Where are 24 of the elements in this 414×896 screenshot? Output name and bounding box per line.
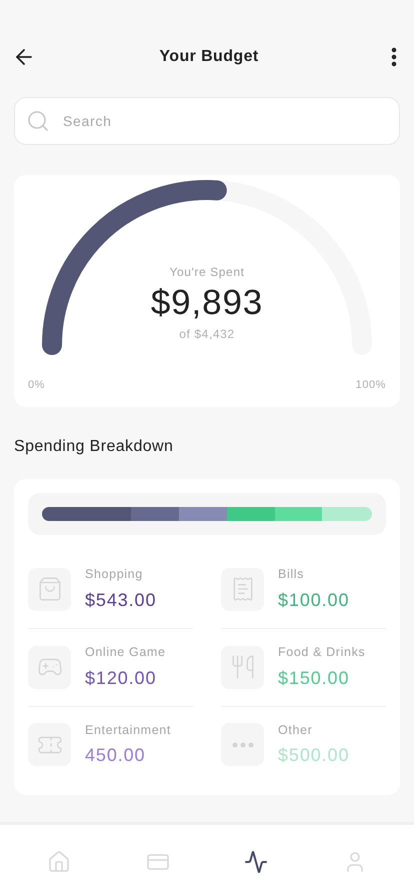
category-amount: 450.00 <box>85 744 146 768</box>
category-amount: $150.00 <box>278 666 350 690</box>
section-title: Spending Breakdown <box>14 437 174 457</box>
search-icon <box>26 109 50 133</box>
category-label: Food & Drinks <box>278 644 366 661</box>
category-amount: $543.00 <box>85 588 156 612</box>
category-label: Other <box>278 722 314 738</box>
spent-amount: $9,893 <box>150 282 264 324</box>
category-amount: $120.00 <box>85 666 158 690</box>
category-amount: $100.00 <box>278 588 350 612</box>
utensils-icon <box>230 654 256 680</box>
category-label: Bills <box>278 566 306 583</box>
category-label: Shopping <box>85 566 144 583</box>
more-icon <box>232 742 254 748</box>
page-title: Your Budget <box>159 47 259 67</box>
spent-label: You're Spent <box>169 264 245 281</box>
min-label: 0% <box>28 378 45 392</box>
category-label: Online Game <box>85 644 166 661</box>
search-field[interactable]: Search <box>14 97 400 145</box>
max-label: 100% <box>356 378 386 392</box>
category-label: Entertainment <box>85 722 171 738</box>
budget-limit: of $4,432 <box>179 326 235 343</box>
bag-icon <box>36 576 62 602</box>
category-amount: $500.00 <box>278 744 350 768</box>
